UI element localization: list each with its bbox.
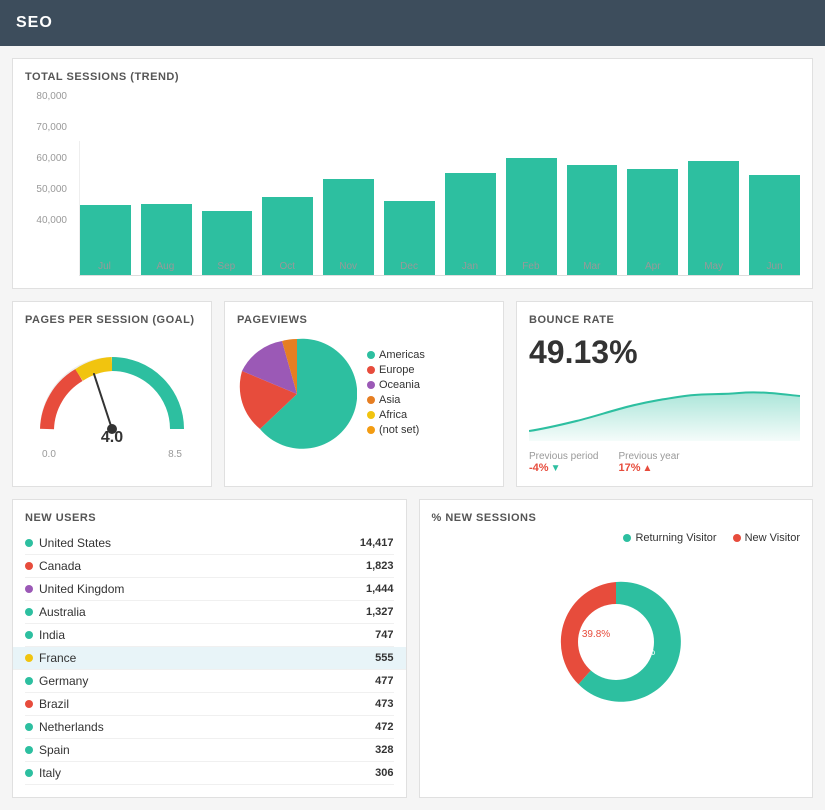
user-row: Spain 328: [25, 739, 394, 762]
user-value: 472: [375, 721, 393, 733]
bounce-rate-title: BOUNCE RATE: [529, 314, 800, 326]
x-label: Oct: [262, 261, 313, 272]
pages-per-session-title: PAGES PER SESSION (GOAL): [25, 314, 199, 326]
country-label: United States: [39, 536, 111, 550]
x-label: Jul: [79, 261, 130, 272]
bar-item: [506, 141, 557, 275]
bar-item: [80, 141, 131, 275]
chevron-down-icon: ▼: [551, 463, 561, 474]
legend-africa: Africa: [379, 409, 407, 421]
legend-returning: Returning Visitor: [635, 532, 716, 544]
gauge-min: 0.0: [42, 449, 56, 460]
bar-item: [262, 141, 313, 275]
bar-item: [567, 141, 618, 275]
y-label-50k: 50,000: [25, 184, 67, 195]
x-label: Sep: [201, 261, 252, 272]
legend-europe: Europe: [379, 364, 414, 376]
user-row-highlighted: France 555: [13, 647, 406, 670]
new-users-title: NEW USERS: [25, 512, 394, 524]
x-label: Jan: [445, 261, 496, 272]
pageviews-panel: PAGEVIEWS Americas: [224, 301, 504, 487]
user-row: Brazil 473: [25, 693, 394, 716]
bar-item: [323, 141, 374, 275]
chevron-up-icon: ▲: [643, 463, 653, 474]
legend-oceania: Oceania: [379, 379, 420, 391]
pageviews-title: PAGEVIEWS: [237, 314, 491, 326]
total-sessions-title: TOTAL SESSIONS (TREND): [25, 71, 800, 83]
bar-item: [749, 141, 800, 275]
bounce-previous-period: Previous period -4% ▼: [529, 451, 598, 474]
country-label: Australia: [39, 605, 86, 619]
user-row: Italy 306: [25, 762, 394, 785]
x-label: Mar: [566, 261, 617, 272]
x-label: Nov: [323, 261, 374, 272]
user-value: 1,327: [366, 606, 394, 618]
new-users-panel: NEW USERS United States 14,417 Canada 1,…: [12, 499, 407, 798]
user-value: 306: [375, 767, 393, 779]
country-label: Brazil: [39, 697, 69, 711]
legend-new-visitor: New Visitor: [745, 532, 800, 544]
x-label: Dec: [384, 261, 435, 272]
legend-americas: Americas: [379, 349, 425, 361]
country-label: United Kingdom: [39, 582, 124, 596]
svg-text:39.8%: 39.8%: [582, 629, 610, 640]
legend-asia: Asia: [379, 394, 400, 406]
total-sessions-panel: TOTAL SESSIONS (TREND) 80,000 70,000 60,…: [12, 58, 813, 289]
bar-item: [141, 141, 192, 275]
user-value: 555: [375, 652, 393, 664]
y-label-70k: 70,000: [25, 122, 67, 133]
user-value: 1,823: [366, 560, 394, 572]
bounce-rate-value: 49.13%: [529, 334, 800, 371]
x-label: May: [688, 261, 739, 272]
country-label: Germany: [39, 674, 88, 688]
user-row: Australia 1,327: [25, 601, 394, 624]
user-value: 473: [375, 698, 393, 710]
country-label: Canada: [39, 559, 81, 573]
bar-item: [445, 141, 496, 275]
page-title: SEO: [16, 14, 809, 32]
user-value: 328: [375, 744, 393, 756]
bounce-previous-year: Previous year 17% ▲: [618, 451, 679, 474]
bounce-year-value: 17%: [618, 462, 640, 474]
y-label-60k: 60,000: [25, 153, 67, 164]
bar-item: [202, 141, 253, 275]
user-value: 477: [375, 675, 393, 687]
user-row: United Kingdom 1,444: [25, 578, 394, 601]
user-value: 747: [375, 629, 393, 641]
y-label-80k: 80,000: [25, 91, 67, 102]
header: SEO: [0, 0, 825, 46]
new-sessions-panel: % NEW SESSIONS Returning Visitor New Vis…: [419, 499, 814, 798]
country-label: India: [39, 628, 65, 642]
x-label: Jun: [749, 261, 800, 272]
gauge-value: 4.0: [101, 429, 123, 447]
x-label: Feb: [505, 261, 556, 272]
pages-per-session-panel: PAGES PER SESSION (GOAL) 4.0: [12, 301, 212, 487]
new-sessions-title: % NEW SESSIONS: [432, 512, 801, 524]
bounce-rate-panel: BOUNCE RATE 49.13% Previous p: [516, 301, 813, 487]
country-label: Italy: [39, 766, 61, 780]
country-label: Spain: [39, 743, 70, 757]
user-row: India 747: [25, 624, 394, 647]
bar-item: [688, 141, 739, 275]
user-row: Netherlands 472: [25, 716, 394, 739]
user-row: Canada 1,823: [25, 555, 394, 578]
bar-item: [627, 141, 678, 275]
x-label: Aug: [140, 261, 191, 272]
user-value: 14,417: [360, 537, 394, 549]
country-label: Netherlands: [39, 720, 104, 734]
user-row: United States 14,417: [25, 532, 394, 555]
user-value: 1,444: [366, 583, 394, 595]
x-label: Apr: [627, 261, 678, 272]
pageviews-legend: Americas Europe Oceania Asia: [367, 349, 425, 439]
user-row: Germany 477: [25, 670, 394, 693]
legend-notset: (not set): [379, 424, 419, 436]
country-label: France: [39, 651, 76, 665]
y-label-40k: 40,000: [25, 215, 67, 226]
svg-text:60.2%: 60.2%: [627, 647, 655, 658]
bar-item: [384, 141, 435, 275]
bounce-period-value: -4%: [529, 462, 549, 474]
gauge-max: 8.5: [168, 449, 182, 460]
